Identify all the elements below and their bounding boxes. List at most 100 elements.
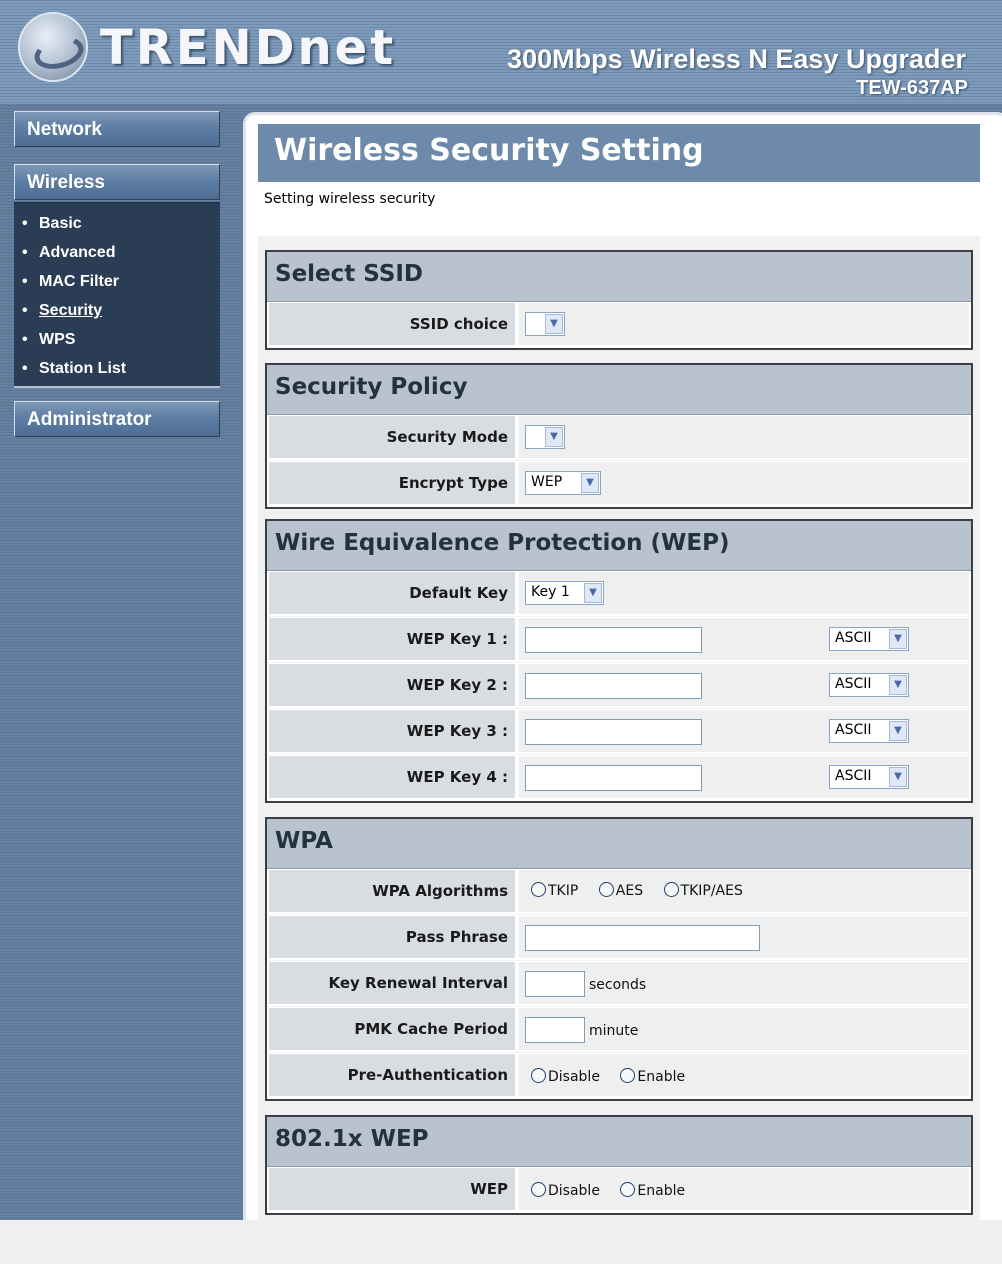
row-pmk-cache: PMK Cache Period minute (267, 1007, 971, 1053)
encrypt-type-label: Encrypt Type (269, 462, 515, 504)
row-encrypt-type: Encrypt Type WEP ▼ (267, 461, 971, 507)
submenu-item-security[interactable]: • Security (14, 302, 220, 328)
chevron-down-icon: ▼ (584, 583, 602, 603)
wep-key-1-input[interactable] (525, 627, 702, 653)
8021x-wep-radio-group: Disable Enable (531, 1182, 701, 1199)
wep-key-cell: ASCII ▼ (519, 710, 969, 752)
row-pass-phrase: Pass Phrase (267, 915, 971, 961)
row-ssid-choice: SSID choice ▼ (267, 302, 971, 348)
row-security-mode: Security Mode ▼ (267, 415, 971, 461)
section-wpa: WPA WPA Algorithms TKIP AES TKIP/AES Pas… (265, 817, 973, 1101)
section-8021x-wep: 802.1x WEP WEP Disable Enable (265, 1115, 973, 1215)
wpa-algorithms-cell: TKIP AES TKIP/AES (519, 870, 969, 912)
pre-authentication-label: Pre-Authentication (269, 1054, 515, 1096)
wep-key-4-format-select[interactable]: ASCII ▼ (829, 765, 909, 789)
row-8021x-wep: WEP Disable Enable (267, 1167, 971, 1213)
encrypt-type-cell: WEP ▼ (519, 462, 969, 504)
radio-8021x-disable[interactable]: Disable (531, 1182, 600, 1199)
row-pre-authentication: Pre-Authentication Disable Enable (267, 1053, 971, 1099)
row-wep-key-2: WEP Key 2 : ASCII ▼ (267, 663, 971, 709)
radio-preauth-disable[interactable]: Disable (531, 1068, 600, 1085)
submenu-item-wps[interactable]: • WPS (14, 331, 220, 357)
radio-icon (531, 1068, 546, 1083)
wep-key-3-input[interactable] (525, 719, 702, 745)
wep-key-cell: ASCII ▼ (519, 756, 969, 798)
submenu-label: MAC Filter (39, 273, 119, 290)
model-number: TEW-637AP (856, 77, 968, 99)
default-key-cell: Key 1 ▼ (519, 572, 969, 614)
encrypt-type-select[interactable]: WEP ▼ (525, 471, 601, 495)
row-wep-key-4: WEP Key 4 : ASCII ▼ (267, 755, 971, 801)
security-mode-select[interactable]: ▼ (525, 425, 565, 449)
chevron-down-icon: ▼ (889, 721, 907, 741)
nav-administrator-button[interactable]: Administrator (14, 401, 220, 437)
nav-network-button[interactable]: Network (14, 111, 220, 147)
radio-8021x-enable[interactable]: Enable (620, 1182, 685, 1199)
key-format-value: ASCII (835, 722, 872, 738)
encrypt-type-value: WEP (531, 474, 563, 490)
ssid-choice-select[interactable]: ▼ (525, 312, 565, 336)
brand-logo: TRENDnet (100, 20, 397, 76)
pmk-cache-label: PMK Cache Period (269, 1008, 515, 1050)
security-mode-label: Security Mode (269, 416, 515, 458)
wpa-algorithms-label: WPA Algorithms (269, 870, 515, 912)
submenu-item-basic[interactable]: • Basic (14, 215, 220, 241)
radio-icon (620, 1068, 636, 1083)
radio-aes[interactable]: AES (598, 882, 643, 899)
key-format-value: ASCII (835, 630, 872, 646)
wep-key-label: WEP Key 1 : (269, 618, 515, 660)
submenu-item-advanced[interactable]: • Advanced (14, 244, 220, 270)
chevron-down-icon: ▼ (545, 427, 563, 447)
pre-authentication-radio-group: Disable Enable (531, 1068, 701, 1085)
nav-wireless-button[interactable]: Wireless (14, 164, 220, 200)
wep-key-cell: ASCII ▼ (519, 618, 969, 660)
wep-key-4-input[interactable] (525, 765, 702, 791)
key-renewal-input[interactable] (525, 971, 585, 997)
pmk-cache-input[interactable] (525, 1017, 585, 1043)
submenu-label: Advanced (39, 244, 116, 261)
pmk-cache-cell: minute (519, 1008, 969, 1050)
chevron-down-icon: ▼ (889, 767, 907, 787)
radio-tkip[interactable]: TKIP (531, 882, 578, 899)
radio-label: TKIP/AES (680, 883, 743, 899)
chevron-down-icon: ▼ (889, 629, 907, 649)
wep-key-label: WEP Key 2 : (269, 664, 515, 706)
header: TRENDnet 300Mbps Wireless N Easy Upgrade… (0, 0, 1002, 104)
row-wep-key-1: WEP Key 1 : ASCII ▼ (267, 617, 971, 663)
radio-icon (663, 882, 679, 897)
wep-key-3-format-select[interactable]: ASCII ▼ (829, 719, 909, 743)
key-renewal-cell: seconds (519, 962, 969, 1004)
wireless-submenu: • Basic • Advanced • MAC Filter • Security •… (14, 202, 220, 388)
default-key-value: Key 1 (531, 584, 570, 600)
radio-label: Disable (548, 1183, 600, 1199)
row-wpa-algorithms: WPA Algorithms TKIP AES TKIP/AES (267, 869, 971, 915)
pass-phrase-input[interactable] (525, 925, 760, 951)
page: TRENDnet 300Mbps Wireless N Easy Upgrade… (0, 0, 1002, 1220)
section-heading: 802.1x WEP (267, 1117, 971, 1167)
wep-key-label: WEP Key 3 : (269, 710, 515, 752)
wep-key-2-input[interactable] (525, 673, 702, 699)
submenu-item-station-list[interactable]: • Station List (14, 360, 220, 386)
default-key-select[interactable]: Key 1 ▼ (525, 581, 604, 605)
radio-preauth-enable[interactable]: Enable (620, 1068, 685, 1085)
ssid-choice-label: SSID choice (269, 303, 515, 345)
row-default-key: Default Key Key 1 ▼ (267, 571, 971, 617)
submenu-label: WPS (39, 331, 76, 348)
ssid-choice-cell: ▼ (519, 303, 969, 345)
wep-key-label: WEP Key 4 : (269, 756, 515, 798)
radio-icon (531, 882, 546, 897)
section-heading: WPA (267, 819, 971, 869)
radio-label: Enable (637, 1069, 686, 1085)
submenu-item-mac-filter[interactable]: • MAC Filter (14, 273, 220, 299)
radio-icon (620, 1182, 636, 1197)
pass-phrase-cell (519, 916, 969, 958)
radio-tkip-aes[interactable]: TKIP/AES (663, 882, 743, 899)
chevron-down-icon: ▼ (545, 314, 563, 334)
wep-key-2-format-select[interactable]: ASCII ▼ (829, 673, 909, 697)
row-key-renewal: Key Renewal Interval seconds (267, 961, 971, 1007)
radio-label: Disable (548, 1069, 600, 1085)
8021x-wep-cell: Disable Enable (519, 1168, 969, 1210)
pass-phrase-label: Pass Phrase (269, 916, 515, 958)
security-mode-cell: ▼ (519, 416, 969, 458)
wep-key-1-format-select[interactable]: ASCII ▼ (829, 627, 909, 651)
